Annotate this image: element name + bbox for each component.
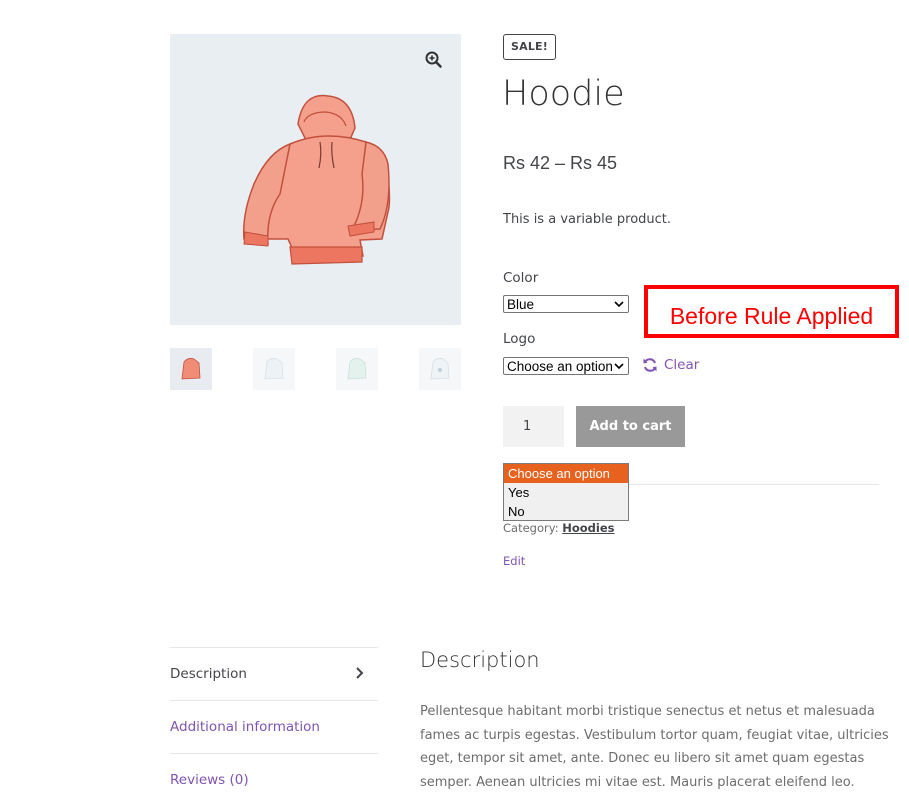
hoodie-blue-thumb-icon <box>264 358 284 380</box>
logo-select[interactable]: Choose an option <box>503 357 629 375</box>
clear-link[interactable]: Clear <box>642 356 699 374</box>
color-label: Color <box>503 270 539 286</box>
color-select-value: Blue <box>507 297 535 312</box>
dropdown-option-choose[interactable]: Choose an option <box>504 464 628 483</box>
hoodie-green-thumb-icon <box>347 358 367 380</box>
category-link[interactable]: Hoodies <box>562 521 614 535</box>
chevron-down-icon <box>614 301 624 308</box>
category-label: Category: <box>503 521 559 535</box>
add-to-cart-button[interactable]: Add to cart <box>576 406 685 447</box>
chevron-right-icon <box>356 667 364 679</box>
description-heading: Description <box>420 648 540 672</box>
tab-additional-information[interactable]: Additional information <box>170 701 378 753</box>
hoodie-logo-thumb-icon <box>430 358 450 380</box>
thumbnail-blue[interactable] <box>253 348 295 390</box>
thumbnail-green[interactable] <box>336 348 378 390</box>
tab-reviews[interactable]: Reviews (0) <box>170 754 378 806</box>
dropdown-option-no[interactable]: No <box>504 502 628 521</box>
product-category: Category: Hoodies <box>503 521 614 535</box>
description-text: Pellentesque habitant morbi tristique se… <box>420 704 889 790</box>
annotation-box: Before Rule Applied <box>644 285 899 338</box>
logo-select-value: Choose an option <box>507 359 613 374</box>
logo-label: Logo <box>503 331 536 347</box>
dropdown-option-yes[interactable]: Yes <box>504 483 628 502</box>
short-description: This is a variable product. <box>503 212 672 227</box>
product-main-image[interactable] <box>170 34 461 325</box>
magnifier-plus-icon[interactable] <box>424 50 444 70</box>
thumbnail-logo[interactable] <box>419 348 461 390</box>
thumbnail-red[interactable] <box>170 348 212 390</box>
sale-badge: SALE! <box>503 34 556 60</box>
refresh-icon <box>643 358 657 372</box>
product-title: Hoodie <box>502 74 625 114</box>
product-price: Rs 42 – Rs 45 <box>503 153 618 173</box>
color-select[interactable]: Blue <box>503 295 629 313</box>
quantity-input[interactable]: 1 <box>503 406 564 447</box>
clear-label: Clear <box>664 357 700 373</box>
edit-link[interactable]: Edit <box>503 554 525 568</box>
logo-dropdown-list[interactable]: Choose an option Yes No <box>503 463 629 521</box>
chevron-down-icon <box>614 363 624 370</box>
hoodie-image <box>242 94 391 265</box>
tab-description[interactable]: Description <box>170 648 378 700</box>
hoodie-red-thumb-icon <box>181 358 201 380</box>
